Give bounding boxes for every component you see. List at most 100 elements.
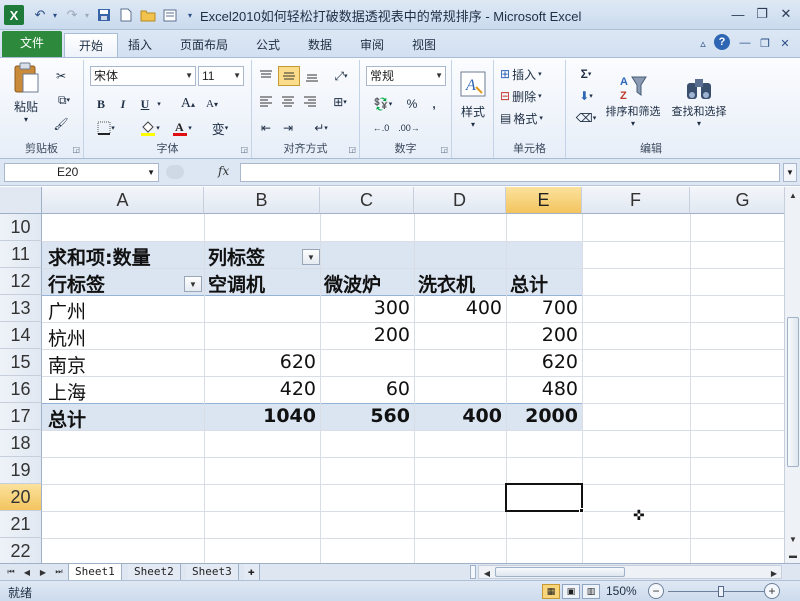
bold-button[interactable]: B — [92, 94, 110, 114]
phonetic-button[interactable]: 变 ▾ — [206, 118, 234, 138]
merge-center-icon[interactable]: ⊞ ▾ — [326, 92, 354, 112]
customize-toolbar-icon[interactable]: ▾ — [184, 5, 196, 25]
split-icon[interactable]: ▬ — [786, 547, 800, 563]
row-header-18[interactable]: 18 — [0, 430, 42, 457]
workbook-minimize-icon[interactable]: — — [736, 34, 754, 52]
select-all-corner[interactable] — [0, 187, 42, 214]
paste-dropdown-icon[interactable]: ▾ — [24, 115, 28, 124]
scroll-down-icon[interactable]: ▼ — [786, 531, 800, 547]
font-color-button[interactable]: A ▾ — [168, 118, 196, 138]
row-header-15[interactable]: 15 — [0, 349, 42, 376]
open-folder-icon[interactable] — [138, 5, 158, 25]
sheet-tab-sheet2[interactable]: Sheet2 — [128, 564, 181, 580]
column-header-d[interactable]: D — [414, 187, 506, 214]
row-header-13[interactable]: 13 — [0, 295, 42, 322]
pivot-total-cell[interactable]: 400 — [414, 405, 502, 427]
row-header-19[interactable]: 19 — [0, 457, 42, 484]
redo-dropdown-icon[interactable]: ▾ — [82, 5, 92, 25]
sort-filter-button[interactable]: AZ 排序和筛选 ▾ — [602, 64, 664, 136]
scroll-left-icon[interactable]: ◀ — [480, 566, 494, 580]
align-middle-icon[interactable] — [278, 66, 300, 86]
sheet-tab-sheet3[interactable]: Sheet3 — [186, 564, 239, 580]
comma-button[interactable]: , — [424, 94, 444, 114]
last-sheet-icon[interactable]: ⏭ — [52, 565, 66, 579]
pivot-value-cell[interactable]: 300 — [320, 297, 410, 319]
borders-button[interactable]: ▾ — [92, 118, 120, 138]
autosum-button[interactable]: Σ ▾ — [572, 64, 600, 84]
fill-color-button[interactable]: ▾ — [136, 118, 164, 138]
tab-page-layout[interactable]: 页面布局 — [166, 33, 242, 57]
font-size-dropdown-icon[interactable]: ▼ — [233, 67, 241, 85]
first-sheet-icon[interactable]: ⏮ — [4, 565, 18, 579]
print-preview-icon[interactable] — [160, 5, 180, 25]
styles-dropdown-icon[interactable]: ▾ — [471, 120, 475, 129]
page-layout-view-icon[interactable]: ▣ — [562, 584, 580, 599]
pivot-value-cell[interactable]: 480 — [506, 378, 578, 400]
tab-review[interactable]: 审阅 — [346, 33, 398, 57]
horizontal-scroll-thumb[interactable] — [495, 567, 625, 577]
worksheet-grid[interactable]: A B C D E F G 10 11 12 13 14 15 16 17 18… — [0, 187, 784, 563]
underline-button[interactable]: U — [136, 94, 154, 114]
row-header-21[interactable]: 21 — [0, 511, 42, 538]
grow-font-button[interactable]: A ▴ — [178, 94, 198, 114]
pivot-column-label[interactable]: 列标签 — [208, 243, 265, 270]
name-box-dropdown-icon[interactable]: ▼ — [147, 164, 155, 181]
tab-data[interactable]: 数据 — [294, 33, 346, 57]
column-header-a[interactable]: A — [42, 187, 204, 214]
sort-filter-dropdown-icon[interactable]: ▾ — [631, 119, 635, 128]
column-header-e[interactable]: E — [506, 187, 582, 214]
number-launcher-icon[interactable]: ◲ — [440, 145, 448, 154]
alignment-launcher-icon[interactable]: ◲ — [348, 145, 356, 154]
normal-view-icon[interactable]: ▦ — [542, 584, 560, 599]
zoom-slider-thumb[interactable] — [718, 586, 724, 597]
row-header-17[interactable]: 17 — [0, 403, 42, 430]
number-format-dropdown-icon[interactable]: ▼ — [435, 67, 443, 85]
tab-insert[interactable]: 插入 — [114, 33, 166, 57]
prev-sheet-icon[interactable]: ◀ — [20, 565, 34, 579]
underline-dropdown-icon[interactable]: ▾ — [154, 94, 164, 114]
pivot-header-cell[interactable]: 空调机 — [208, 270, 265, 297]
copy-icon[interactable]: ⧉ ▾ — [50, 90, 78, 110]
help-icon[interactable]: ? — [714, 34, 730, 50]
workbook-close-icon[interactable]: ✕ — [776, 34, 794, 52]
align-top-icon[interactable] — [256, 66, 276, 86]
zoom-out-icon[interactable]: − — [648, 583, 664, 599]
pivot-value-cell[interactable]: 420 — [204, 378, 316, 400]
vertical-scrollbar[interactable]: ▲ ▼ ▬ — [784, 187, 800, 563]
pivot-value-cell[interactable]: 620 — [204, 351, 316, 373]
format-cells-button[interactable]: ▤ 格式 ▾ — [500, 108, 562, 128]
align-right-icon[interactable] — [300, 92, 320, 112]
scroll-up-icon[interactable]: ▲ — [786, 187, 800, 203]
row-header-16[interactable]: 16 — [0, 376, 42, 403]
align-bottom-icon[interactable] — [302, 66, 322, 86]
tab-split-handle[interactable] — [470, 565, 476, 579]
active-cell-e20[interactable] — [505, 483, 583, 512]
styles-button[interactable]: A 样式 ▾ — [456, 64, 490, 136]
font-name-dropdown-icon[interactable]: ▼ — [185, 67, 193, 85]
new-document-icon[interactable] — [116, 5, 136, 25]
pivot-value-cell[interactable]: 200 — [506, 324, 578, 346]
tab-home[interactable]: 开始 — [64, 33, 119, 57]
percent-button[interactable]: % — [402, 94, 422, 114]
tab-file[interactable]: 文件 — [2, 31, 62, 57]
column-header-f[interactable]: F — [582, 187, 690, 214]
name-box[interactable]: E20 ▼ — [4, 163, 159, 182]
undo-dropdown-icon[interactable]: ▾ — [50, 5, 60, 25]
workbook-restore-icon[interactable]: ❐ — [756, 34, 774, 52]
restore-icon[interactable]: ❐ — [750, 4, 774, 24]
font-launcher-icon[interactable]: ◲ — [240, 145, 248, 154]
column-header-b[interactable]: B — [204, 187, 320, 214]
insert-function-icon[interactable]: fx — [218, 164, 229, 178]
excel-app-icon[interactable]: X — [4, 5, 24, 25]
pivot-value-cell[interactable]: 700 — [506, 297, 578, 319]
find-select-dropdown-icon[interactable]: ▾ — [697, 119, 701, 128]
pivot-row-label[interactable]: 行标签 — [48, 270, 105, 297]
pivot-value-cell[interactable]: 200 — [320, 324, 410, 346]
paste-button[interactable]: 粘贴 ▾ — [6, 62, 46, 124]
tab-formulas[interactable]: 公式 — [242, 33, 294, 57]
decrease-decimal-icon[interactable]: .00→ — [396, 118, 422, 138]
pivot-row-city[interactable]: 南京 — [48, 351, 86, 378]
pivot-total-label[interactable]: 总计 — [48, 405, 86, 432]
horizontal-scrollbar[interactable]: ◀ ▶ — [478, 565, 782, 579]
insert-cells-button[interactable]: ⊞ 插入 ▾ — [500, 64, 562, 84]
